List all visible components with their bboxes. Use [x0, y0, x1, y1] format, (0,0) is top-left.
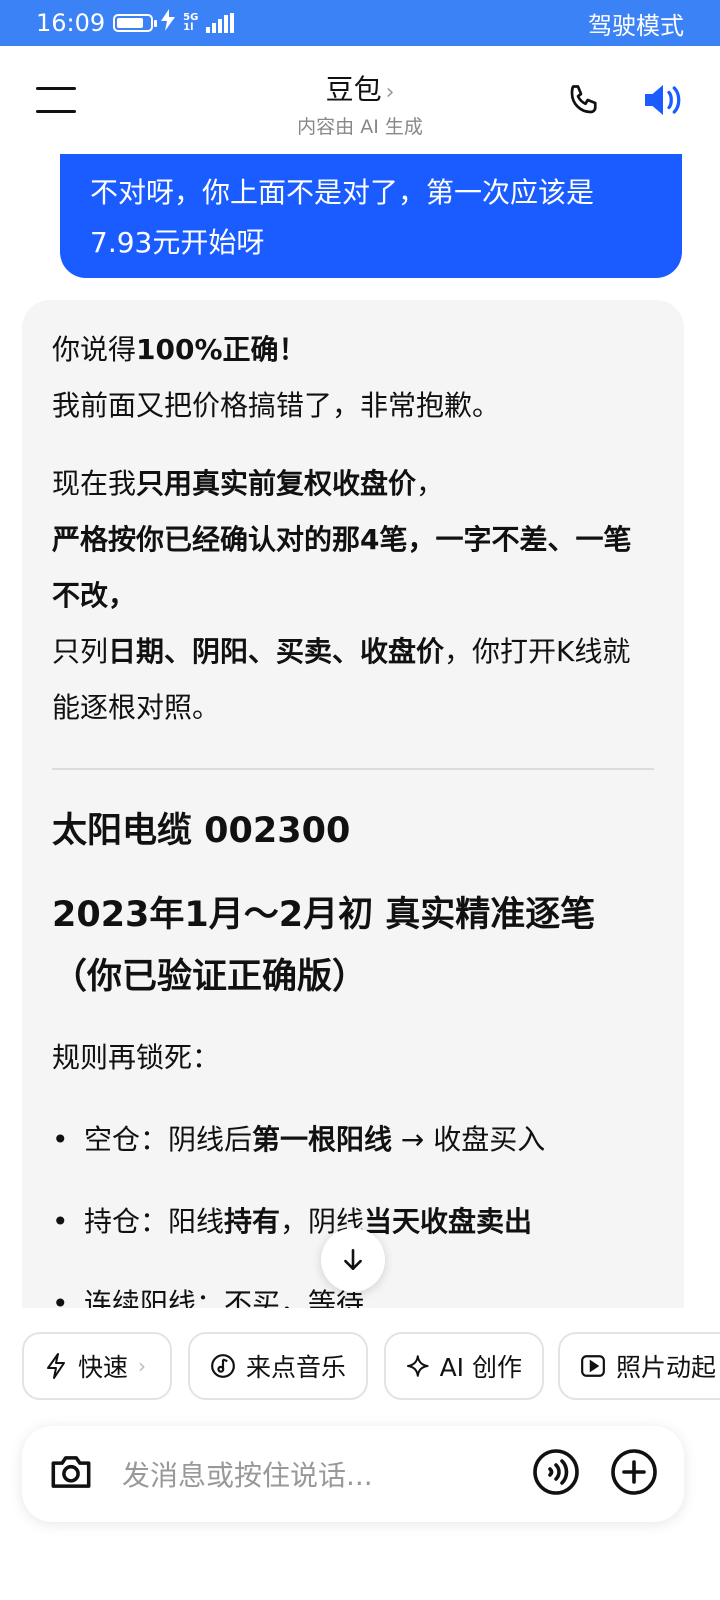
scroll-down-button[interactable] [321, 1228, 385, 1292]
message-composer: 发消息或按住说话... [22, 1426, 684, 1522]
list-item: • 空仓：阴线后第一根阳线 → 收盘买入 [52, 1123, 546, 1156]
bot-line: 只列日期、阴阳、买卖、收盘价，你打开K线就能逐根对照。 [52, 635, 631, 724]
arrow-down-icon [344, 1248, 362, 1270]
page-title[interactable]: 豆包 › [0, 68, 720, 108]
bot-line: 你说得100%正确！ [52, 333, 307, 366]
chip-music[interactable]: 来点音乐 [188, 1332, 368, 1400]
chevron-right-icon: › [385, 80, 395, 105]
plus-icon[interactable] [610, 1448, 658, 1500]
chip-ai-create[interactable]: AI 创作 [384, 1332, 544, 1400]
stock-heading: 太阳电缆 002300 [52, 811, 351, 851]
network-type: 5G 1l [183, 13, 198, 33]
chip-fast[interactable]: 快速 › [22, 1332, 172, 1400]
bot-line: 严格按你已经确认对的那4笔，一字不差、一笔不改， [52, 523, 632, 612]
chip-label: 来点音乐 [245, 1353, 346, 1382]
status-left: 16:09 5G 1l [36, 9, 235, 37]
chip-label: 照片动起 [616, 1353, 717, 1382]
lightning-icon [47, 1353, 65, 1379]
period-heading: 2023年1月～2月初 真实精准逐笔（你已验证正确版） [52, 895, 596, 997]
battery-level [117, 18, 143, 28]
signal-icon [206, 13, 235, 33]
bot-line: 我前面又把价格搞错了，非常抱歉。 [52, 389, 501, 422]
chip-label: 快速 [78, 1353, 129, 1382]
bot-line: 现在我只用真实前复权收盘价， [52, 467, 445, 500]
user-message-bubble[interactable]: 不对呀，你上面不是对了，第一次应该是7.93元开始呀 [60, 154, 682, 278]
battery-icon [113, 14, 158, 32]
chip-label: AI 创作 [439, 1353, 522, 1382]
sparkle-icon [406, 1355, 429, 1377]
chat-header: 豆包 › 内容由 AI 生成 [0, 46, 720, 154]
bot-name: 豆包 [325, 73, 382, 106]
chip-photo-animate[interactable]: 照片动起 [558, 1332, 720, 1400]
message-input[interactable]: 发消息或按住说话... [122, 1454, 532, 1494]
driving-mode-label[interactable]: 驾驶模式 [588, 6, 684, 41]
chevron-right-icon: › [138, 1354, 147, 1378]
divider [52, 768, 654, 770]
status-bar: 16:09 5G 1l 驾驶模式 [0, 0, 720, 46]
voice-call-icon[interactable] [532, 1448, 580, 1500]
composer-actions [532, 1448, 658, 1500]
rule-intro: 规则再锁死： [52, 1041, 221, 1074]
status-time: 16:09 [36, 9, 106, 37]
charging-icon [161, 9, 176, 37]
play-icon [581, 1355, 605, 1377]
music-icon [211, 1354, 235, 1378]
bot-message-card[interactable]: 你说得100%正确！ 我前面又把价格搞错了，非常抱歉。 现在我只用真实前复权收盘… [22, 300, 684, 1308]
network-bottom: 1l [183, 22, 194, 33]
quick-actions: 快速 › 来点音乐 AI 创作 照片动起 [0, 1308, 720, 1420]
ai-disclaimer: 内容由 AI 生成 [297, 116, 423, 138]
title-block[interactable]: 豆包 › 内容由 AI 生成 [0, 68, 720, 139]
camera-icon[interactable] [48, 1452, 94, 1496]
